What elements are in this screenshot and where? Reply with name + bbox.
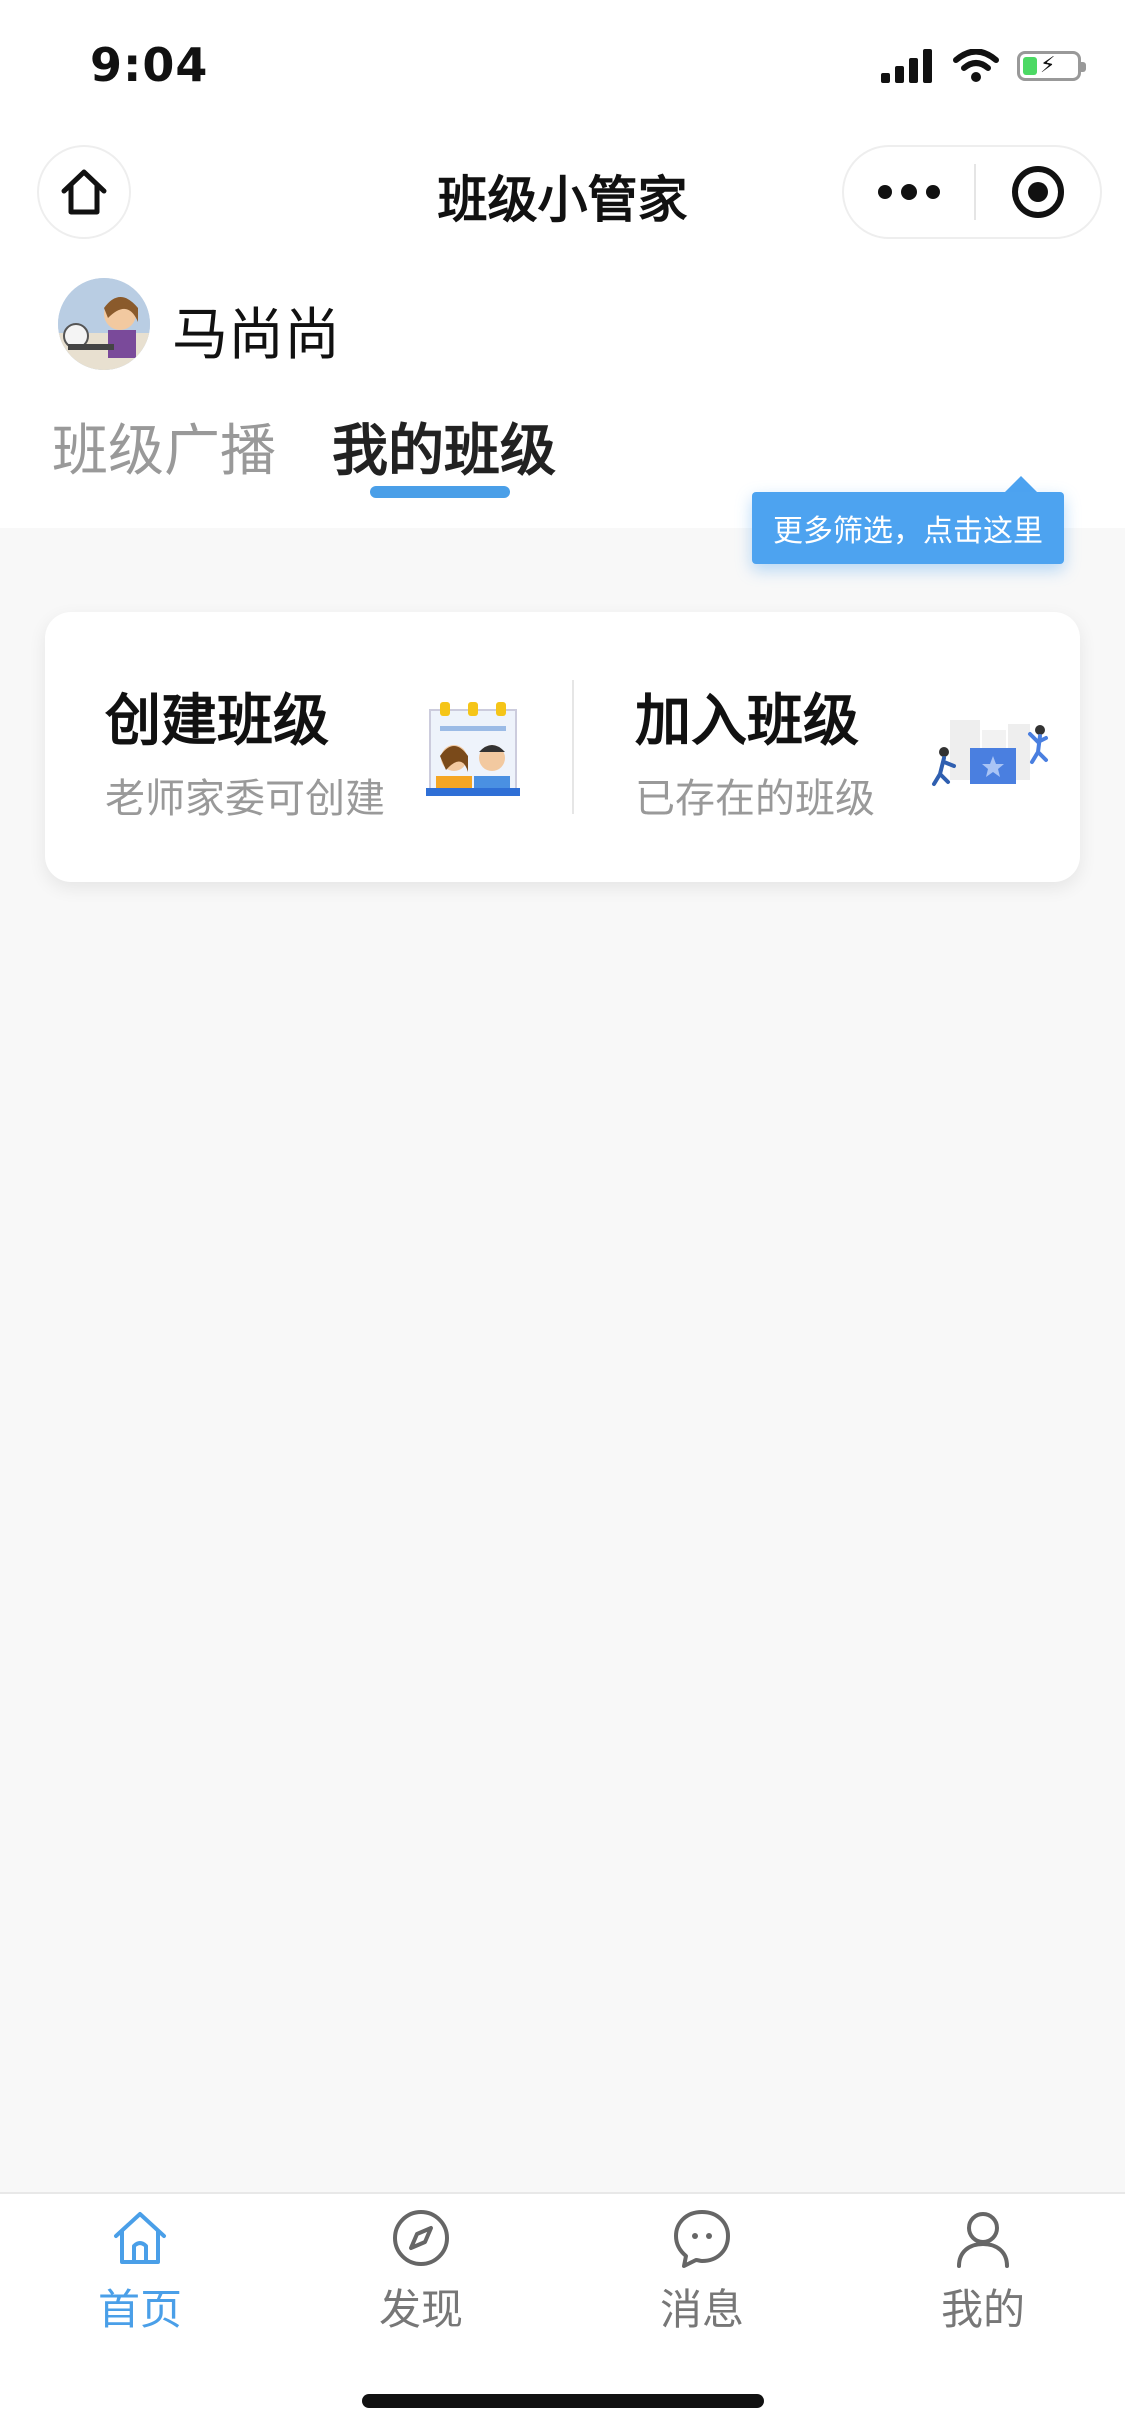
- close-miniprogram-button[interactable]: [976, 147, 1100, 237]
- battery-icon: ⚡: [1017, 51, 1086, 81]
- create-class-title: 创建班级: [105, 689, 329, 754]
- tab-broadcast[interactable]: 班级广播: [52, 406, 276, 487]
- tabbar-item-home[interactable]: 首页: [40, 2206, 240, 2337]
- tooltip-arrow: [1005, 476, 1037, 492]
- tabbar-item-discover[interactable]: 发现: [321, 2206, 521, 2337]
- status-time: 9:04: [90, 38, 209, 92]
- tabbar-label-messages: 消息: [659, 2285, 744, 2334]
- join-class-subtitle: 已存在的班级: [635, 776, 875, 822]
- message-icon: [674, 2210, 730, 2268]
- status-icons: ⚡: [881, 44, 1086, 88]
- tabbar-item-profile[interactable]: 我的: [883, 2206, 1083, 2337]
- tabbar-label-discover: 发现: [378, 2285, 463, 2334]
- username: 马尚尚: [172, 303, 340, 368]
- create-class-illustration-icon: [426, 702, 520, 796]
- avatar-image: [58, 278, 150, 370]
- create-class-subtitle: 老师家委可创建: [105, 776, 385, 822]
- more-button[interactable]: [844, 147, 974, 237]
- more-dots-icon: [878, 184, 940, 200]
- tab-active-indicator: [370, 486, 510, 498]
- create-class-button[interactable]: 创建班级 老师家委可创建: [60, 640, 560, 854]
- join-class-title: 加入班级: [635, 689, 859, 754]
- signal-icon: [881, 49, 932, 83]
- compass-icon: [393, 2210, 449, 2266]
- card-divider: [572, 680, 574, 814]
- tabbar-label-profile: 我的: [940, 2285, 1025, 2334]
- tabbar-item-messages[interactable]: 消息: [602, 2206, 802, 2337]
- target-icon: [1012, 166, 1064, 218]
- mini-program-capsule: [842, 145, 1102, 239]
- user-icon: [957, 2212, 1009, 2268]
- avatar[interactable]: [58, 278, 150, 370]
- home-icon: [114, 2212, 166, 2264]
- wifi-icon: [953, 49, 999, 82]
- join-class-illustration-icon: [932, 720, 1048, 786]
- home-indicator[interactable]: [362, 2394, 764, 2408]
- filter-tooltip[interactable]: 更多筛选，点击这里: [752, 492, 1064, 564]
- tabbar-label-home: 首页: [97, 2285, 182, 2334]
- join-class-button[interactable]: 加入班级 已存在的班级: [590, 640, 1060, 854]
- tab-my-classes[interactable]: 我的班级: [332, 406, 556, 487]
